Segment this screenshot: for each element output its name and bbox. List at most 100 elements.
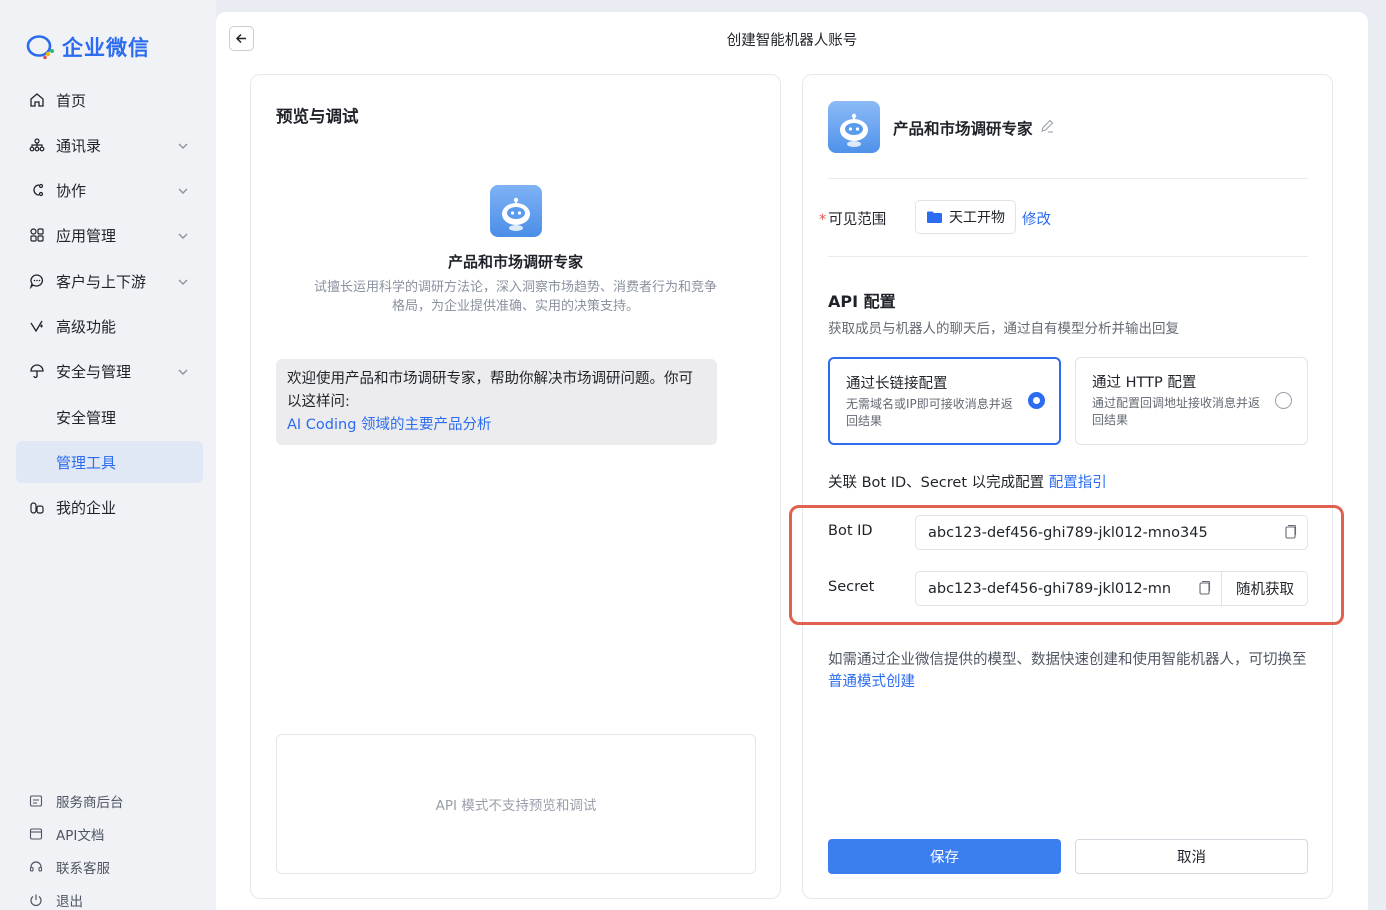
secret-label: Secret bbox=[828, 579, 875, 595]
footer-item-logout[interactable]: 退出 bbox=[28, 889, 83, 910]
document-icon bbox=[28, 826, 44, 842]
sidebar-item-label: 通讯录 bbox=[56, 136, 102, 155]
sidebar-item-customers[interactable]: 客户与上下游 bbox=[16, 260, 203, 302]
chevron-down-icon bbox=[177, 138, 189, 156]
mode-description: 通过配置回调地址接收消息并返回结果 bbox=[1092, 396, 1261, 427]
footer-item-api-docs[interactable]: API文档 bbox=[28, 823, 104, 845]
building-icon bbox=[28, 498, 46, 516]
page-title: 创建智能机器人账号 bbox=[726, 33, 858, 49]
modify-visible-range-link[interactable]: 修改 bbox=[1022, 208, 1051, 229]
visible-range-chip: 天工开物 bbox=[915, 200, 1016, 234]
footer-item-service-console[interactable]: 服务商后台 bbox=[28, 790, 124, 812]
logo-text: 企业微信 bbox=[62, 36, 150, 60]
bot-description: 试擅长运用科学的调研方法论，深入洞察市场趋势、消费者行为和竞争格局，为企业提供准… bbox=[313, 280, 717, 314]
visible-range-text: 可见范围 bbox=[828, 212, 887, 228]
home-icon bbox=[28, 91, 46, 109]
sidebar-item-advanced[interactable]: 高级功能 bbox=[16, 305, 203, 347]
sidebar-item-security[interactable]: 安全与管理 bbox=[16, 350, 203, 392]
mode-radio-selected[interactable] bbox=[1028, 392, 1045, 409]
sidebar-item-label: 管理工具 bbox=[56, 453, 117, 472]
bot-id-value: abc123-def456-ghi789-jkl012-mno345 bbox=[928, 524, 1208, 541]
folder-icon bbox=[926, 210, 943, 224]
sidebar-item-label: 应用管理 bbox=[56, 226, 117, 245]
bot-avatar bbox=[490, 185, 542, 237]
robot-icon bbox=[502, 197, 530, 231]
footer-item-label: API文档 bbox=[56, 828, 105, 844]
divider bbox=[828, 178, 1308, 179]
mode-title: 通过长链接配置 bbox=[846, 376, 948, 392]
org-chart-icon bbox=[28, 136, 46, 154]
service-console-icon bbox=[28, 793, 44, 809]
bot-id-label: Bot ID bbox=[828, 523, 873, 539]
sidebar-item-security-management[interactable]: 安全管理 bbox=[16, 396, 203, 438]
footer-item-contact-support[interactable]: 联系客服 bbox=[28, 856, 110, 878]
footer-item-label: 退出 bbox=[56, 894, 83, 910]
mode-radio[interactable] bbox=[1275, 392, 1292, 409]
sidebar-item-label: 安全与管理 bbox=[56, 362, 132, 381]
save-button[interactable]: 保存 bbox=[828, 839, 1061, 874]
robot-icon bbox=[840, 113, 868, 147]
normal-mode-tip: 如需通过企业微信提供的模型、数据快速创建和使用智能机器人，可切换至 普通模式创建 bbox=[828, 649, 1308, 693]
divider bbox=[828, 256, 1308, 257]
association-hint: 关联 Bot ID、Secret 以完成配置 配置指引 bbox=[828, 471, 1107, 492]
chat-bubble-icon bbox=[28, 272, 46, 290]
mode-card-http[interactable]: 通过 HTTP 配置 通过配置回调地址接收消息并返回结果 bbox=[1075, 357, 1308, 445]
mode-title: 通过 HTTP 配置 bbox=[1092, 375, 1197, 391]
sidebar-item-contacts[interactable]: 通讯录 bbox=[16, 124, 203, 166]
sidebar-item-label: 首页 bbox=[56, 91, 87, 110]
welcome-message: 欢迎使用产品和市场调研专家，帮助你解决市场调研问题。你可以这样问: AI Cod… bbox=[276, 359, 717, 445]
chevron-down-icon bbox=[177, 183, 189, 201]
wecom-logo-icon bbox=[26, 35, 54, 60]
edit-pencil-icon[interactable] bbox=[1039, 118, 1055, 138]
chevron-down-icon bbox=[177, 274, 189, 292]
chevron-down-icon bbox=[177, 228, 189, 246]
sidebar-item-management-tools[interactable]: 管理工具 bbox=[16, 441, 203, 483]
footer-item-label: 联系客服 bbox=[56, 861, 110, 877]
bot-avatar[interactable] bbox=[828, 101, 880, 153]
main-content: 创建智能机器人账号 预览与调试 产品和市场调研专家 试擅长运用科学的调研方法论，… bbox=[216, 12, 1368, 910]
sidebar-item-label: 高级功能 bbox=[56, 317, 117, 336]
required-mark: * bbox=[819, 212, 827, 228]
bot-id-field[interactable]: abc123-def456-ghi789-jkl012-mno345 bbox=[915, 515, 1308, 550]
sidebar-item-label: 协作 bbox=[56, 181, 87, 200]
preview-title: 预览与调试 bbox=[276, 107, 359, 126]
welcome-text: 欢迎使用产品和市场调研专家，帮助你解决市场调研问题。你可以这样问: bbox=[287, 371, 693, 410]
tip-text: 如需通过企业微信提供的模型、数据快速创建和使用智能机器人，可切换至 bbox=[828, 652, 1307, 668]
sparkle-icon bbox=[28, 317, 46, 335]
umbrella-icon bbox=[28, 362, 46, 380]
visible-range-label: * 可见范围 bbox=[819, 208, 886, 229]
normal-mode-link[interactable]: 普通模式创建 bbox=[828, 674, 915, 690]
chevron-down-icon bbox=[177, 364, 189, 382]
config-panel: 产品和市场调研专家 * 可见范围 天工开物 修改 API 配置 获取成员与机器人的… bbox=[789, 74, 1344, 899]
bot-name: 产品和市场调研专家 bbox=[893, 120, 1033, 138]
bot-name: 产品和市场调研专家 bbox=[447, 253, 583, 271]
example-question-link[interactable]: AI Coding 领域的主要产品分析 bbox=[287, 414, 706, 437]
sidebar-item-label: 客户与上下游 bbox=[56, 272, 147, 291]
power-icon bbox=[28, 892, 44, 908]
api-unsupported-notice: API 模式不支持预览和调试 bbox=[276, 734, 756, 874]
sidebar-item-label: 我的企业 bbox=[56, 498, 117, 517]
collaboration-icon bbox=[28, 181, 46, 199]
mode-description: 无需域名或IP即可接收消息并返回结果 bbox=[846, 397, 1013, 428]
sidebar-item-app-management[interactable]: 应用管理 bbox=[16, 214, 203, 256]
cancel-button[interactable]: 取消 bbox=[1075, 839, 1308, 874]
visible-range-value: 天工开物 bbox=[949, 210, 1005, 226]
copy-icon[interactable] bbox=[1197, 580, 1211, 596]
sidebar-item-collaboration[interactable]: 协作 bbox=[16, 169, 203, 211]
secret-value: abc123-def456-ghi789-jkl012-mn bbox=[928, 580, 1172, 597]
association-text: 关联 Bot ID、Secret 以完成配置 bbox=[828, 475, 1045, 491]
apps-grid-icon bbox=[28, 226, 46, 244]
sidebar-item-home[interactable]: 首页 bbox=[16, 79, 203, 121]
bot-name-heading: 产品和市场调研专家 bbox=[893, 117, 1055, 139]
footer-item-label: 服务商后台 bbox=[56, 795, 124, 811]
config-guide-link[interactable]: 配置指引 bbox=[1049, 475, 1107, 491]
logo[interactable]: 企业微信 bbox=[26, 32, 150, 62]
api-config-subtitle: 获取成员与机器人的聊天后，通过自有模型分析并输出回复 bbox=[828, 321, 1179, 337]
api-config-title: API 配置 bbox=[828, 292, 896, 311]
copy-icon[interactable] bbox=[1283, 524, 1297, 540]
mode-card-long-connection[interactable]: 通过长链接配置 无需域名或IP即可接收消息并返回结果 bbox=[828, 357, 1061, 445]
sidebar-item-my-enterprise[interactable]: 我的企业 bbox=[16, 486, 203, 528]
sidebar-item-label: 安全管理 bbox=[56, 408, 117, 427]
random-generate-button[interactable]: 随机获取 bbox=[1221, 571, 1308, 606]
headset-icon bbox=[28, 859, 44, 875]
